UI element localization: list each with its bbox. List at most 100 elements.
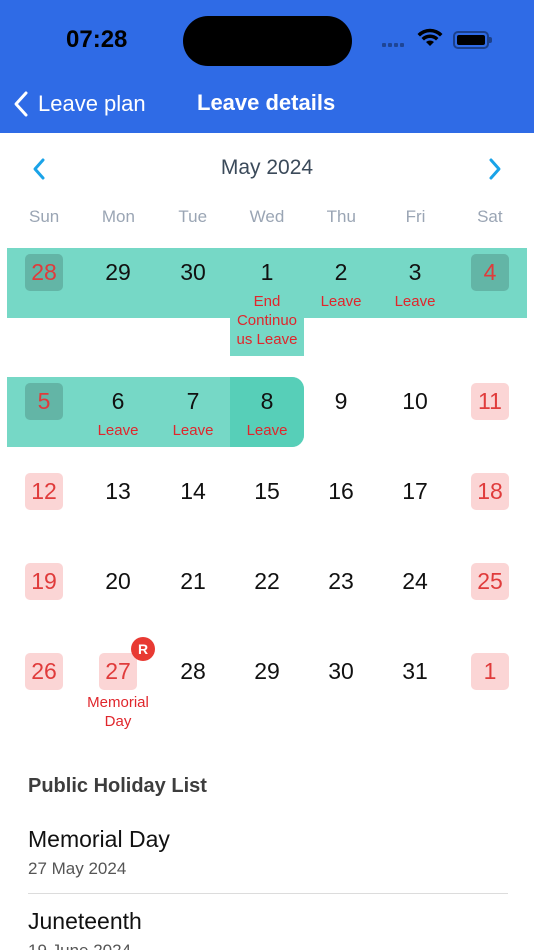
day-cell[interactable]: 12 <box>7 473 81 510</box>
day-cell[interactable]: 15 <box>230 473 304 510</box>
day-number: 4 <box>471 254 509 291</box>
day-number: 29 <box>254 658 280 684</box>
day-number: 14 <box>180 478 206 504</box>
day-cell[interactable]: 29 <box>81 254 155 291</box>
day-cell[interactable]: 29 <box>230 653 304 690</box>
day-number: 22 <box>254 568 280 594</box>
day-number: 30 <box>180 259 206 285</box>
month-label: May 2024 <box>220 156 314 179</box>
day-cell[interactable]: 6 Leave <box>81 383 155 440</box>
holiday-date: 27 May 2024 <box>28 859 127 878</box>
day-cell[interactable]: 22 <box>230 563 304 600</box>
day-note: End Continuo us Leave <box>236 293 298 348</box>
day-number: 11 <box>471 383 509 420</box>
day-number: 5 <box>25 383 63 420</box>
day-number: 17 <box>402 478 428 504</box>
day-cell[interactable]: 14 <box>156 473 230 510</box>
day-number: 12 <box>25 473 63 510</box>
holiday-list-item[interactable]: Juneteenth 19 June 2024 <box>28 908 508 950</box>
day-cell[interactable]: 13 <box>81 473 155 510</box>
holiday-date: 19 June 2024 <box>28 941 508 950</box>
weekday-fri: Fri <box>405 207 426 226</box>
dynamic-island <box>183 16 352 66</box>
day-cell[interactable]: 30 <box>156 254 230 291</box>
holiday-note: Memorial Day <box>87 694 149 730</box>
day-cell[interactable]: 28 <box>7 254 81 291</box>
day-number: 30 <box>328 658 354 684</box>
day-number: 28 <box>180 658 206 684</box>
day-number: 23 <box>328 568 354 594</box>
wifi-icon <box>417 28 443 46</box>
day-cell[interactable]: 30 <box>304 653 378 690</box>
day-number: 7 <box>186 388 200 414</box>
day-number: 1 <box>471 653 509 690</box>
day-note: Leave <box>97 422 139 439</box>
day-number: 27 <box>99 653 137 690</box>
holiday-list-title: Public Holiday List <box>28 775 207 797</box>
day-cell[interactable]: 31 <box>378 653 452 690</box>
chevron-right-icon[interactable] <box>484 156 506 182</box>
day-number: 28 <box>25 254 63 291</box>
weekday-thu: Thu <box>326 207 356 226</box>
day-number: 9 <box>334 388 348 414</box>
day-cell[interactable]: 25 <box>453 563 527 600</box>
day-cell[interactable]: 26 <box>7 653 81 690</box>
day-cell[interactable]: 10 <box>378 383 452 420</box>
holiday-list-item[interactable]: Memorial Day 27 May 2024 <box>28 826 508 879</box>
day-cell[interactable]: 20 <box>81 563 155 600</box>
day-cell[interactable]: 8 Leave <box>230 383 304 440</box>
status-time: 07:28 <box>66 26 128 53</box>
weekday-sat: Sat <box>477 207 503 226</box>
day-number: 13 <box>105 478 131 504</box>
list-divider <box>28 893 508 894</box>
day-cell[interactable]: 21 <box>156 563 230 600</box>
day-cell[interactable]: 9 <box>304 383 378 420</box>
day-cell[interactable]: 1 End Continuo us Leave <box>230 254 304 349</box>
day-cell[interactable]: 19 <box>7 563 81 600</box>
day-number: 26 <box>25 653 63 690</box>
day-cell[interactable]: 2 Leave <box>304 254 378 311</box>
day-cell[interactable]: 24 <box>378 563 452 600</box>
weekday-wed: Wed <box>249 207 285 226</box>
day-number: 10 <box>402 388 428 414</box>
day-cell[interactable]: 5 <box>7 383 81 420</box>
weekday-sun: Sun <box>29 207 60 226</box>
day-number: 25 <box>471 563 509 600</box>
day-cell[interactable]: 16 <box>304 473 378 510</box>
chevron-left-icon <box>14 91 28 117</box>
day-cell[interactable]: 3 Leave <box>378 254 452 311</box>
day-cell[interactable]: 28 <box>156 653 230 690</box>
day-number: 1 <box>260 259 274 285</box>
cellular-signal-icon <box>382 43 404 47</box>
day-number: 20 <box>105 568 131 594</box>
day-cell[interactable]: 17 <box>378 473 452 510</box>
day-note: Leave <box>246 422 288 439</box>
day-number: 29 <box>105 259 131 285</box>
day-cell[interactable]: 4 <box>453 254 527 291</box>
holiday-name: Memorial Day <box>28 826 170 852</box>
header-bar: 07:28 Leave plan Leave details <box>0 0 534 133</box>
day-cell[interactable]: 7 Leave <box>156 383 230 440</box>
day-cell[interactable]: 27 Memorial Day <box>81 653 155 731</box>
holiday-name: Juneteenth <box>28 908 142 934</box>
holiday-badge: R <box>131 637 155 661</box>
day-number: 3 <box>408 259 422 285</box>
day-note: Leave <box>394 293 436 310</box>
day-number: 21 <box>180 568 206 594</box>
day-number: 19 <box>25 563 63 600</box>
month-selector: May 2024 <box>0 150 534 188</box>
weekday-mon: Mon <box>101 207 135 226</box>
day-cell[interactable]: 18 <box>453 473 527 510</box>
day-cell[interactable]: 23 <box>304 563 378 600</box>
day-number: 15 <box>254 478 280 504</box>
day-note: Leave <box>172 422 214 439</box>
day-cell[interactable]: 11 <box>453 383 527 420</box>
day-note: Leave <box>320 293 362 310</box>
back-button[interactable]: Leave plan <box>12 88 146 120</box>
page-title: Leave details <box>197 90 336 115</box>
battery-icon <box>453 31 492 49</box>
day-cell[interactable]: 1 <box>453 653 527 690</box>
weekday-tue: Tue <box>178 207 208 226</box>
day-number: 2 <box>334 259 348 285</box>
day-number: 6 <box>111 388 125 414</box>
